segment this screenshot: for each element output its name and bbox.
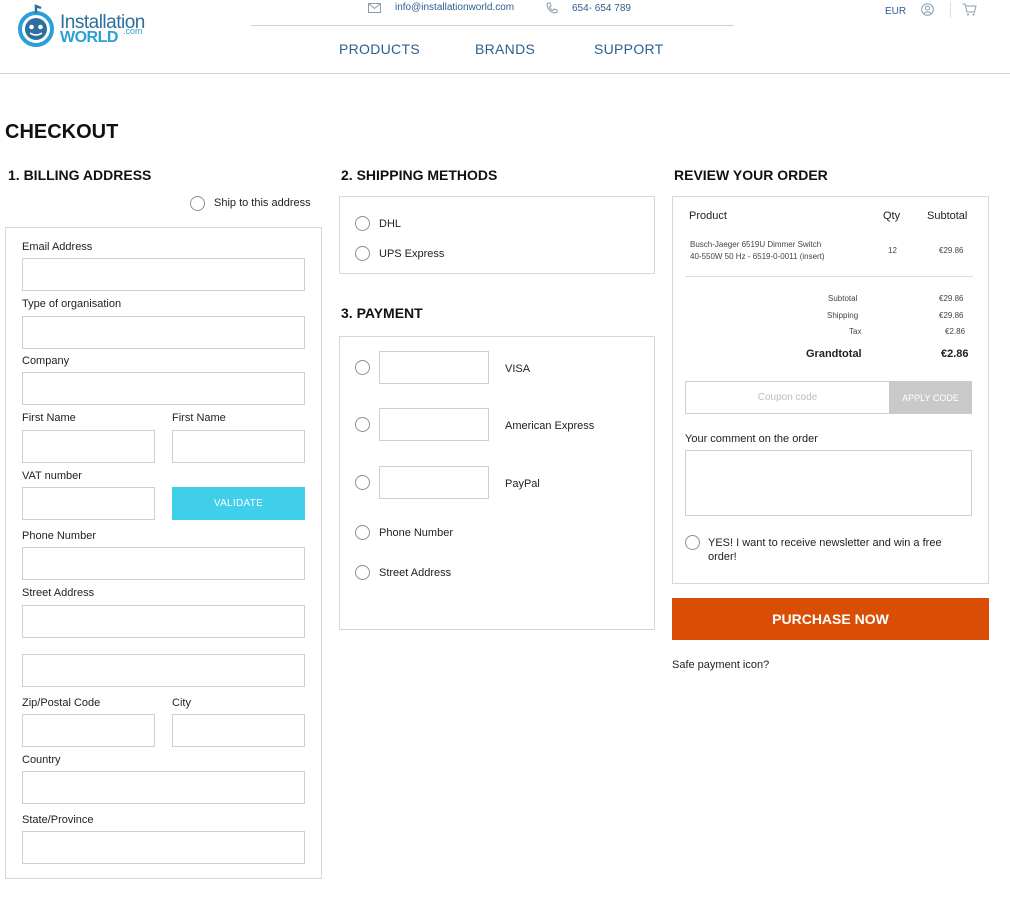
organisation-label: Type of organisation	[22, 298, 122, 310]
payment-visa-logo-box	[379, 351, 489, 384]
billing-title: 1. BILLING ADDRESS	[8, 167, 152, 183]
first-name-label: First Name	[22, 412, 76, 424]
tax-label: Tax	[849, 327, 862, 336]
col-product-header: Product	[689, 210, 727, 222]
review-divider	[685, 276, 973, 277]
logo[interactable]: Installation WORLD .com	[16, 4, 156, 48]
apply-code-button[interactable]: APPLY CODE	[889, 381, 972, 414]
shipping-dhl-label: DHL	[379, 218, 402, 230]
payment-amex-label: American Express	[505, 420, 595, 432]
payment-paypal-radio[interactable]	[355, 475, 370, 490]
grandtotal-label: Grandtotal	[806, 348, 862, 360]
payment-amex-radio[interactable]	[355, 417, 370, 432]
purchase-now-button[interactable]: PURCHASE NOW	[672, 598, 989, 640]
newsletter-label-line1: YES! I want to receive newsletter and wi…	[708, 537, 942, 549]
country-label: Country	[22, 754, 61, 766]
nav-support[interactable]: SUPPORT	[594, 41, 664, 57]
vat-field[interactable]	[22, 487, 155, 520]
logo-text-suffix: .com	[123, 26, 143, 36]
country-field[interactable]	[22, 771, 305, 804]
currency-selector[interactable]: EUR	[885, 6, 906, 17]
payment-street-label: Street Address	[379, 567, 452, 579]
contact-email[interactable]: info@installationworld.com	[368, 2, 514, 13]
city-field[interactable]	[172, 714, 305, 747]
contact-phone[interactable]: 654- 654 789	[546, 2, 631, 14]
nav-brands[interactable]: BRANDS	[475, 41, 535, 57]
street-field-2[interactable]	[22, 654, 305, 687]
page-title: CHECKOUT	[5, 121, 119, 143]
first-name-field[interactable]	[22, 430, 155, 463]
shipping-panel	[339, 196, 655, 274]
first-name-field-2[interactable]	[172, 430, 305, 463]
city-label: City	[172, 697, 191, 709]
vat-label: VAT number	[22, 470, 82, 482]
newsletter-radio[interactable]	[685, 535, 700, 550]
payment-visa-label: VISA	[505, 363, 531, 375]
comment-textarea[interactable]	[685, 450, 972, 516]
review-title: REVIEW YOUR ORDER	[674, 167, 828, 183]
item-name-line1: Busch-Jaeger 6519U Dimmer Switch	[690, 240, 822, 249]
nav-products[interactable]: PRODUCTS	[339, 41, 420, 57]
email-field[interactable]	[22, 258, 305, 291]
newsletter-label-line2: order!	[708, 551, 737, 563]
coupon-input[interactable]: Coupon code	[685, 381, 890, 414]
item-subtotal: €29.86	[939, 246, 964, 255]
shipping-ups-radio[interactable]	[355, 246, 370, 261]
street-field[interactable]	[22, 605, 305, 638]
phone-field[interactable]	[22, 547, 305, 580]
mail-icon	[368, 2, 381, 13]
shipping-value: €29.86	[939, 311, 964, 320]
contact-email-text: info@installationworld.com	[395, 2, 515, 13]
payment-street-radio[interactable]	[355, 565, 370, 580]
first-name-label-2: First Name	[172, 412, 226, 424]
subtotal-label: Subtotal	[828, 294, 858, 303]
payment-phone-radio[interactable]	[355, 525, 370, 540]
shipping-title: 2. SHIPPING METHODS	[341, 167, 498, 183]
ship-to-address-radio[interactable]	[190, 196, 205, 211]
safe-payment-text: Safe payment icon?	[672, 659, 770, 671]
tax-value: €2.86	[945, 327, 966, 336]
phone-icon	[546, 2, 558, 14]
item-name-line2: 40-550W 50 Hz - 6519-0-0011 (insert)	[690, 252, 825, 261]
payment-paypal-logo-box	[379, 466, 489, 499]
zip-field[interactable]	[22, 714, 155, 747]
validate-button[interactable]: VALIDATE	[172, 487, 305, 520]
logo-text-world: WORLD	[60, 29, 118, 46]
cart-icon[interactable]	[962, 3, 977, 16]
ship-to-address-label: Ship to this address	[214, 197, 311, 209]
item-qty: 12	[888, 246, 897, 255]
shipping-dhl-radio[interactable]	[355, 216, 370, 231]
comment-label: Your comment on the order	[685, 433, 818, 445]
company-field[interactable]	[22, 372, 305, 405]
header-divider	[251, 25, 734, 26]
shipping-label: Shipping	[827, 311, 859, 320]
company-label: Company	[22, 355, 70, 367]
payment-visa-radio[interactable]	[355, 360, 370, 375]
street-label: Street Address	[22, 587, 95, 599]
phone-label: Phone Number	[22, 530, 96, 542]
col-subtotal-header: Subtotal	[927, 210, 968, 222]
zip-label: Zip/Postal Code	[22, 697, 101, 709]
contact-phone-text: 654- 654 789	[572, 2, 631, 14]
site-header: Installation WORLD .com info@installatio…	[0, 0, 1010, 74]
payment-phone-label: Phone Number	[379, 527, 453, 539]
state-field[interactable]	[22, 831, 305, 864]
payment-title: 3. PAYMENT	[341, 305, 423, 321]
subtotal-value: €29.86	[939, 294, 964, 303]
organisation-field[interactable]	[22, 316, 305, 349]
payment-paypal-label: PayPal	[505, 478, 540, 490]
col-qty-header: Qty	[883, 210, 901, 222]
email-label: Email Address	[22, 241, 93, 253]
state-label: State/Province	[22, 814, 94, 826]
user-icon[interactable]	[921, 3, 934, 16]
grandtotal-value: €2.86	[941, 348, 969, 360]
logo-mascot-icon	[18, 4, 54, 47]
shipping-ups-label: UPS Express	[379, 248, 445, 260]
header-separator	[950, 2, 951, 18]
payment-amex-logo-box	[379, 408, 489, 441]
